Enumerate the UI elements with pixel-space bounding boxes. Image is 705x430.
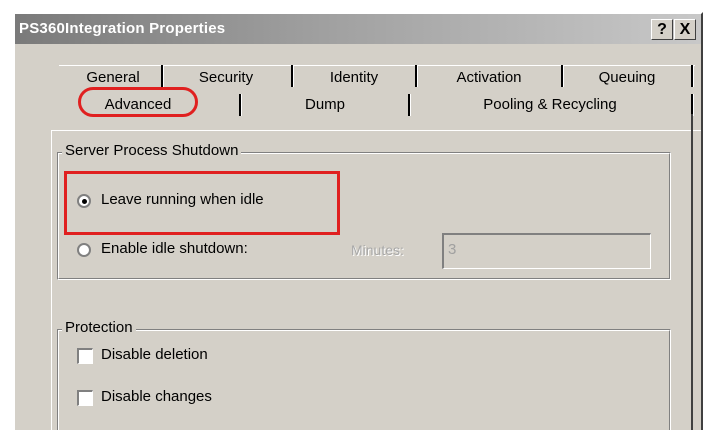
tab-row1-edge xyxy=(59,65,695,66)
close-button[interactable]: X xyxy=(674,19,696,40)
properties-dialog: PS360Integration Properties ? X General … xyxy=(13,12,703,430)
tab-queuing[interactable]: Queuing xyxy=(565,69,689,86)
tab-divider xyxy=(561,65,564,87)
minutes-input[interactable]: 3 xyxy=(442,233,651,269)
tab-divider xyxy=(415,65,418,87)
tab-divider xyxy=(239,94,242,116)
server-process-shutdown-label: Server Process Shutdown xyxy=(62,142,242,159)
disable-changes-label[interactable]: Disable changes xyxy=(101,388,212,405)
protection-group xyxy=(57,329,671,430)
tab-dump[interactable]: Dump xyxy=(245,96,405,113)
enable-idle-shutdown-label[interactable]: Enable idle shutdown: xyxy=(101,240,248,257)
disable-changes-checkbox[interactable] xyxy=(77,390,93,406)
title-bar[interactable]: PS360Integration Properties ? X xyxy=(15,14,701,44)
help-button[interactable]: ? xyxy=(651,19,673,40)
tab-general[interactable]: General xyxy=(67,69,159,86)
selected-option-annotation xyxy=(64,171,340,235)
window-title: PS360Integration Properties xyxy=(19,20,226,37)
minutes-label: Minutes: xyxy=(351,242,404,258)
tab-divider xyxy=(161,65,164,87)
tab-divider xyxy=(291,65,294,87)
tab-panel-edge xyxy=(51,130,52,430)
tab-activation[interactable]: Activation xyxy=(419,69,559,86)
disable-deletion-label[interactable]: Disable deletion xyxy=(101,346,208,363)
tab-divider xyxy=(408,94,411,116)
tab-row2-edge xyxy=(51,130,701,131)
disable-deletion-checkbox[interactable] xyxy=(77,348,93,364)
tab-security[interactable]: Security xyxy=(165,69,287,86)
tab-divider xyxy=(691,94,694,116)
active-tab-annotation xyxy=(78,87,198,117)
protection-label: Protection xyxy=(62,319,136,336)
tab-identity[interactable]: Identity xyxy=(295,69,413,86)
tab-divider xyxy=(691,65,694,87)
tab-panel-edge xyxy=(691,114,693,430)
enable-idle-shutdown-radio[interactable] xyxy=(77,243,91,257)
tab-pooling-recycling[interactable]: Pooling & Recycling xyxy=(413,96,687,113)
